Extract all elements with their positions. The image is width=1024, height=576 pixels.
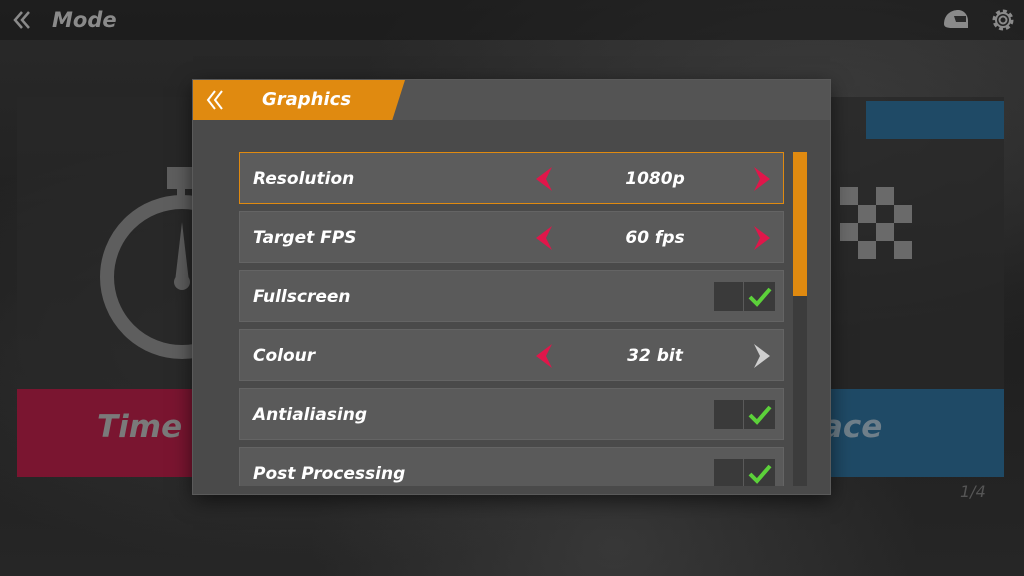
setting-row-antialiasing[interactable]: Antialiasing — [239, 388, 784, 440]
arrow-right-icon[interactable] — [750, 225, 774, 251]
back-button[interactable] — [8, 6, 36, 34]
page-title: Mode — [52, 8, 117, 32]
race-label-bar: ace — [800, 389, 1004, 477]
dialog-title: Graphics — [262, 89, 352, 110]
graphics-dialog: Graphics Resolution 1080p Target FPS 60 … — [193, 80, 830, 494]
setting-row-fullscreen[interactable]: Fullscreen — [239, 270, 784, 322]
chevron-left-icon — [13, 11, 30, 29]
checkmark-icon — [748, 287, 772, 307]
dialog-header: Graphics — [193, 80, 830, 120]
setting-label: Colour — [253, 346, 316, 366]
setting-label: Resolution — [253, 169, 355, 189]
setting-label: Post Processing — [253, 464, 406, 484]
arrow-right-icon-disabled[interactable] — [750, 343, 774, 369]
toggle-off-box[interactable] — [714, 459, 743, 486]
toggle-on-box[interactable] — [744, 459, 775, 486]
dialog-back-button[interactable] — [203, 88, 227, 112]
arrow-left-icon[interactable] — [532, 225, 556, 251]
setting-value: 32 bit — [627, 346, 683, 366]
toggle-off-box[interactable] — [714, 400, 743, 429]
top-bar: Mode — [0, 0, 1024, 40]
checkmark-icon — [748, 464, 772, 484]
profile-button[interactable] — [940, 6, 970, 34]
setting-label: Antialiasing — [253, 405, 368, 425]
scrollbar-thumb[interactable] — [793, 152, 807, 296]
checkered-flag-icon — [840, 187, 912, 259]
toggle-on-box[interactable] — [744, 282, 775, 311]
helmet-icon — [944, 10, 968, 28]
settings-button[interactable] — [988, 5, 1018, 35]
settings-list: Resolution 1080p Target FPS 60 fps Fulls… — [239, 152, 787, 486]
setting-value: 1080p — [625, 169, 685, 189]
arrow-right-icon[interactable] — [750, 166, 774, 192]
arrow-left-icon[interactable] — [532, 166, 556, 192]
setting-label: Fullscreen — [253, 287, 351, 307]
page-indicator: 1/4 — [960, 482, 986, 501]
setting-value: 60 fps — [625, 228, 685, 248]
race-card[interactable]: ace — [800, 97, 1004, 477]
setting-row-target-fps[interactable]: Target FPS 60 fps — [239, 211, 784, 263]
gear-icon — [992, 9, 1014, 31]
arrow-left-icon[interactable] — [532, 343, 556, 369]
toggle-off-box[interactable] — [714, 282, 743, 311]
race-label: ace — [822, 409, 883, 445]
scrollbar[interactable] — [793, 152, 807, 486]
setting-row-colour[interactable]: Colour 32 bit — [239, 329, 784, 381]
toggle-on-box[interactable] — [744, 400, 775, 429]
setting-row-resolution[interactable]: Resolution 1080p — [239, 152, 784, 204]
setting-label: Target FPS — [253, 228, 357, 248]
checkmark-icon — [748, 405, 772, 425]
setting-row-post-processing[interactable]: Post Processing — [239, 447, 784, 486]
chevron-left-icon — [206, 90, 223, 110]
